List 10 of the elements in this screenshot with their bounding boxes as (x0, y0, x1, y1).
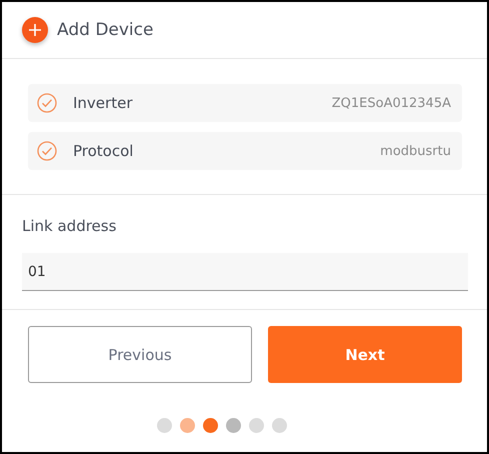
summary-label: Inverter (73, 94, 132, 112)
previous-button[interactable]: Previous (28, 326, 252, 383)
link-address-field[interactable]: 01 (22, 253, 468, 291)
add-icon[interactable] (21, 16, 49, 44)
summary-value: ZQ1ESoA012345A (332, 96, 451, 110)
page-title: Add Device (57, 20, 154, 40)
next-button[interactable]: Next (268, 326, 462, 383)
summary-label: Protocol (73, 142, 134, 160)
summary-value: modbusrtu (380, 144, 451, 158)
field-label: Link address (22, 217, 118, 235)
